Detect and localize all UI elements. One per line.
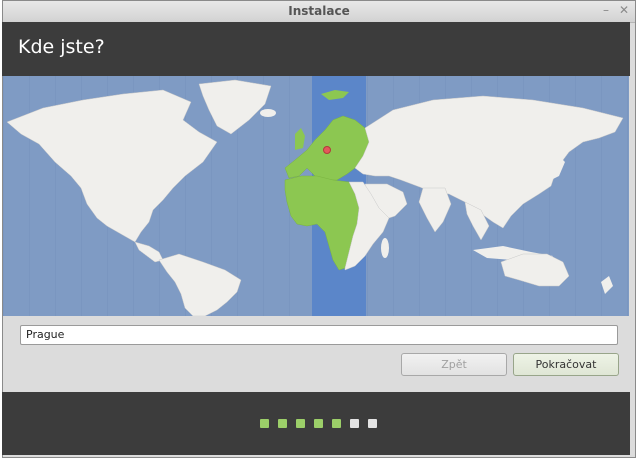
progress-step-dot — [296, 419, 305, 428]
page-header: Kde jste? — [2, 22, 630, 76]
page-title: Kde jste? — [18, 36, 105, 58]
footer — [2, 392, 630, 455]
progress-step-dot — [368, 419, 377, 428]
back-button[interactable]: Zpět — [401, 353, 507, 376]
continue-button[interactable]: Pokračovat — [513, 353, 619, 376]
progress-step-dot — [314, 419, 323, 428]
location-input[interactable]: Prague — [20, 325, 618, 345]
madagascar — [381, 238, 389, 258]
progress-step-dot — [350, 419, 359, 428]
titlebar: Instalace – ✕ — [3, 1, 635, 23]
window-title: Instalace — [288, 4, 350, 18]
city-marker — [323, 146, 331, 154]
progress-step-dot — [260, 419, 269, 428]
iceland — [260, 109, 276, 117]
world-map[interactable] — [3, 76, 629, 316]
close-icon[interactable]: ✕ — [617, 3, 631, 17]
minimize-icon[interactable]: – — [599, 3, 613, 17]
progress-step-dot — [332, 419, 341, 428]
progress-step-dot — [278, 419, 287, 428]
